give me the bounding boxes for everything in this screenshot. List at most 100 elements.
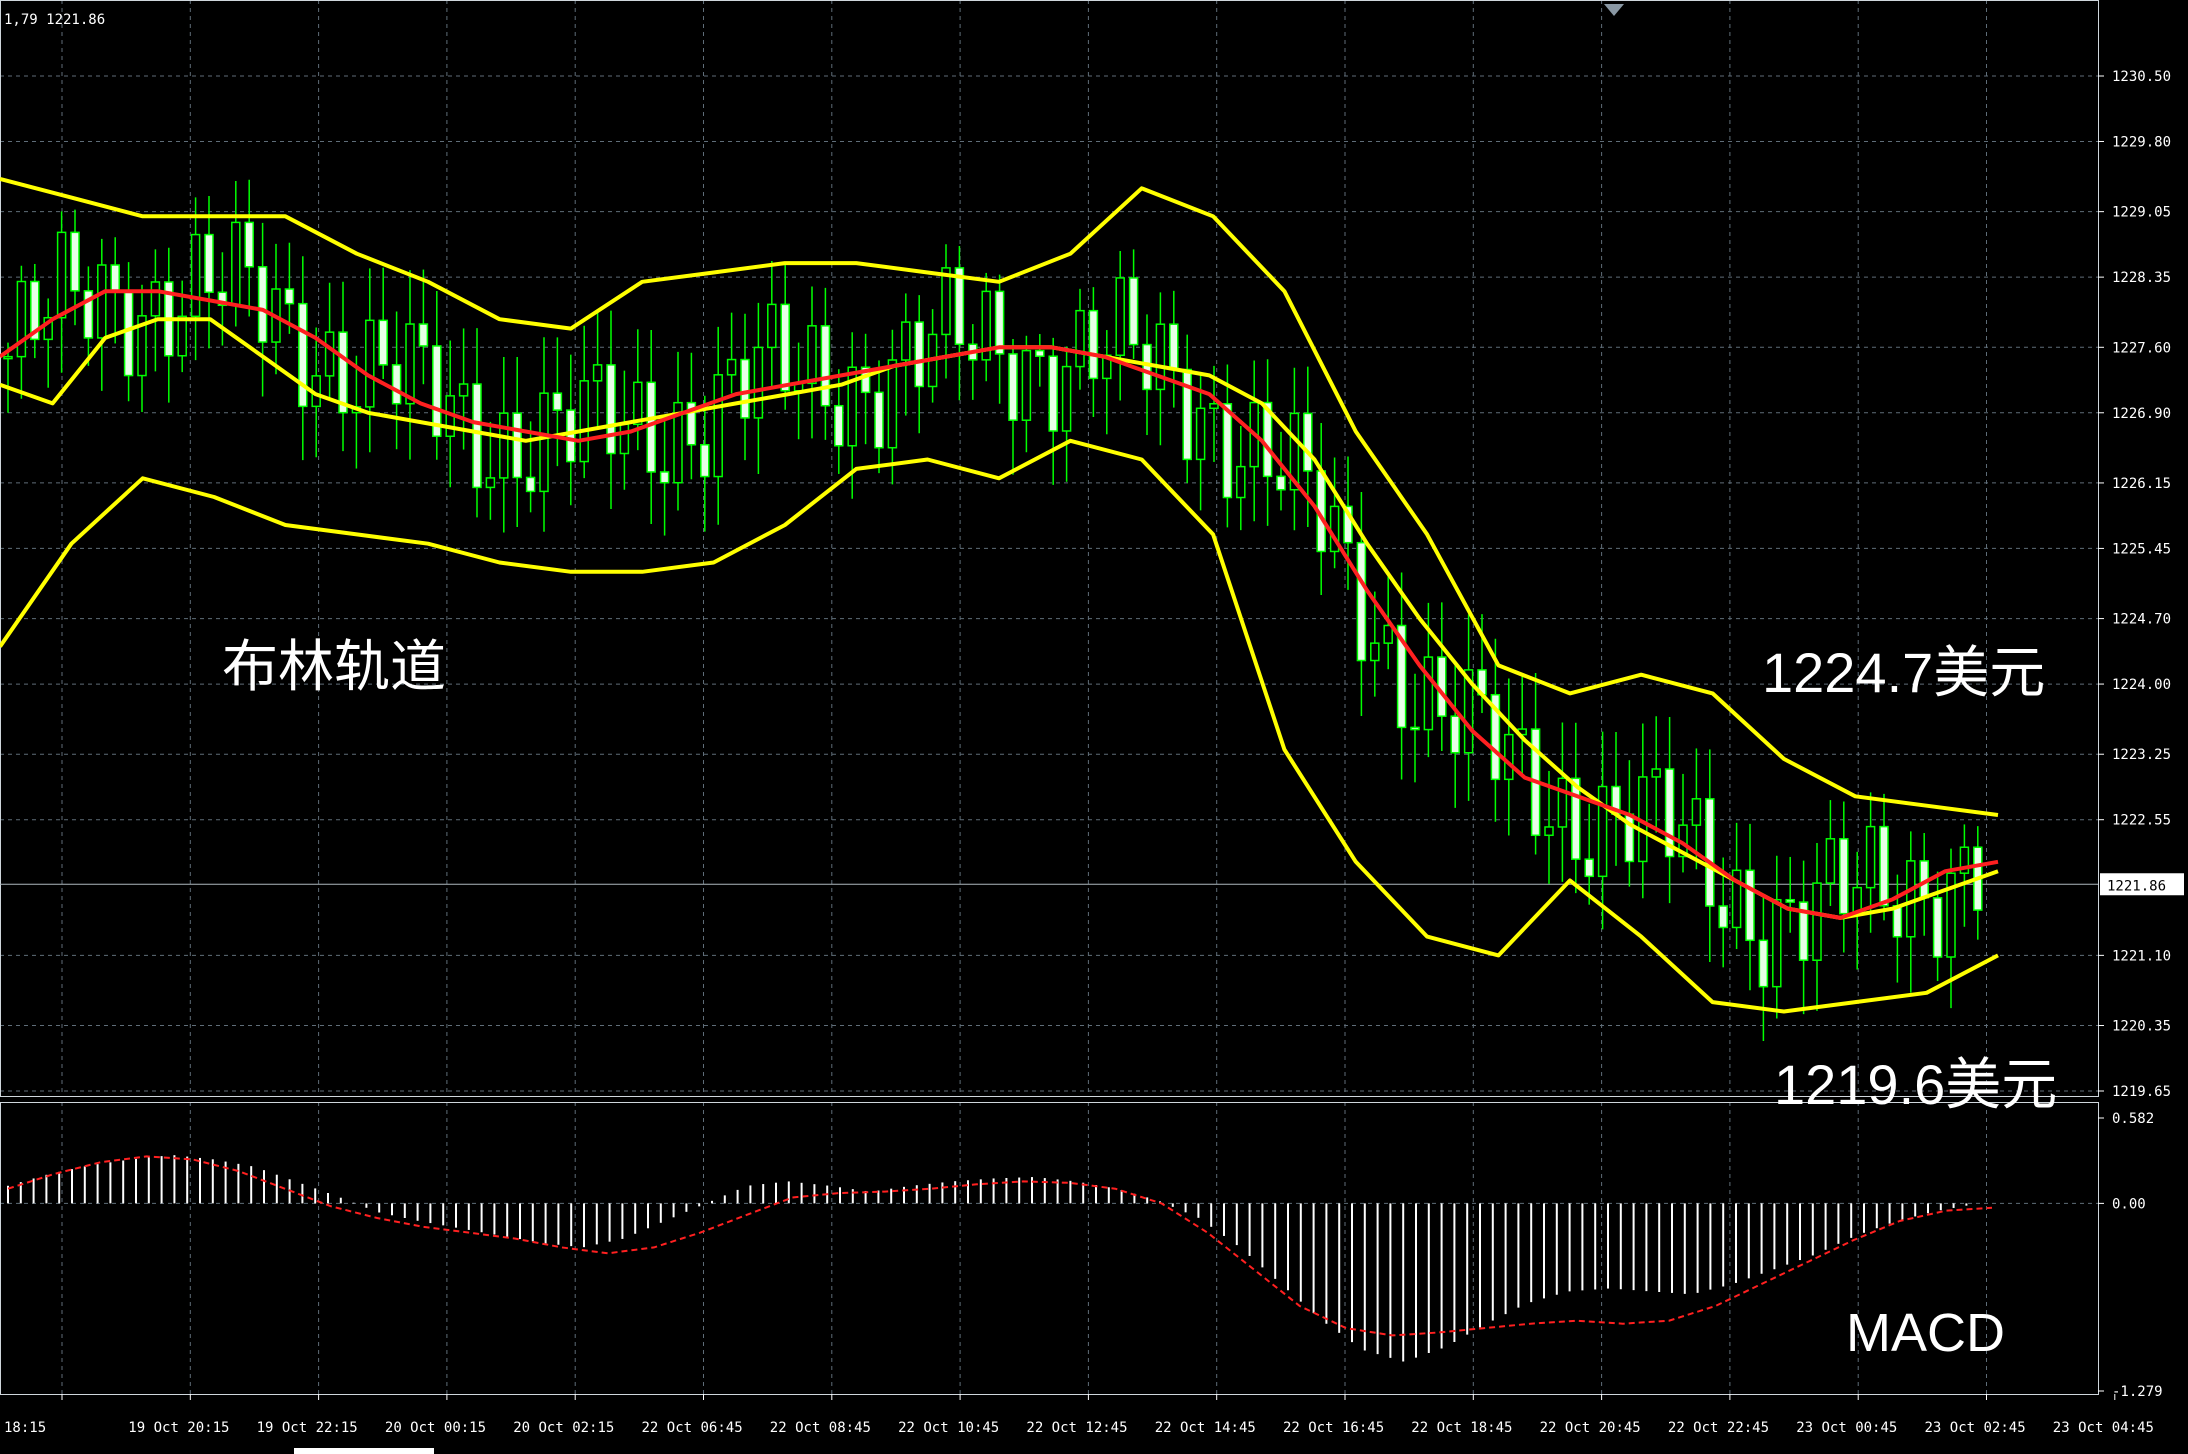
- candle-body: [606, 364, 616, 455]
- scrollbar-thumb[interactable]: [294, 1448, 434, 1454]
- candle-body: [1772, 898, 1782, 988]
- candle-body: [619, 423, 630, 455]
- macd-axis: 0.582 0.00 -1.279: [2098, 1111, 2163, 1400]
- price-tick-label: 1227.60: [2112, 340, 2171, 356]
- candle-body: [539, 392, 549, 493]
- macd-tick-label: -1.279: [2112, 1384, 2163, 1400]
- candle-body: [887, 359, 898, 449]
- candle-body: [1035, 349, 1045, 357]
- candle-body: [740, 358, 750, 419]
- candle-body: [1932, 897, 1943, 958]
- macd-tick-label: 0.582: [2112, 1111, 2154, 1127]
- candle-body: [177, 315, 187, 357]
- candle-body: [1088, 309, 1099, 380]
- price-tick-label: 1223.25: [2112, 747, 2171, 763]
- candle-body: [1450, 715, 1460, 754]
- candle-body: [726, 358, 737, 376]
- candle-body: [1879, 825, 1889, 907]
- candle-body: [941, 267, 951, 336]
- candle-body: [914, 321, 924, 388]
- candle-body: [767, 303, 777, 349]
- bollinger-lower-band: [0, 438, 1999, 1014]
- time-tick-label: 23 Oct 00:45: [1796, 1420, 1897, 1436]
- upper-band-value-label: 1224.7美元: [1762, 641, 2046, 704]
- time-tick-label: 18:15: [4, 1420, 46, 1436]
- chart-window: { "header": {"info": "1,79 1221.86"}, "c…: [0, 0, 2188, 1454]
- lower-band-value-label: 1219.6美元: [1774, 1053, 2058, 1116]
- candle-body: [1209, 403, 1219, 410]
- macd-histogram: [7, 1155, 1968, 1362]
- candle-body: [1383, 624, 1393, 644]
- candle-body: [1812, 882, 1822, 961]
- candle-body: [1865, 825, 1876, 889]
- candle-body: [338, 331, 348, 414]
- candle-body: [552, 392, 563, 411]
- candle-body: [1236, 465, 1246, 499]
- time-tick-label: 23 Oct 04:45: [2053, 1420, 2154, 1436]
- candle-body: [1718, 905, 1728, 929]
- price-tick-label: 1224.70: [2112, 612, 2171, 628]
- candle-body: [150, 281, 161, 317]
- time-tick-label: 22 Oct 12:45: [1026, 1420, 1127, 1436]
- candle-body: [190, 233, 201, 318]
- candle-body: [1758, 939, 1769, 988]
- time-tick-label: 22 Oct 10:45: [898, 1420, 999, 1436]
- candle-body: [499, 412, 509, 479]
- time-axis: 18:15 19 Oct 20:15 19 Oct 22:15 20 Oct 00:1…: [4, 1394, 2154, 1436]
- price-axis: 1230.50 1229.80 1229.05 1228.35 1227.60 1226.…: [2098, 69, 2171, 1100]
- candle-body: [994, 290, 1005, 355]
- macd-tick-label: 0.00: [2112, 1196, 2146, 1212]
- candle-body: [820, 325, 831, 407]
- candle-body: [1075, 309, 1085, 368]
- candle-body: [472, 383, 482, 489]
- candle-body: [700, 443, 710, 478]
- time-tick-label: 22 Oct 22:45: [1668, 1420, 1769, 1436]
- candle-body: [1825, 838, 1836, 884]
- candle-body: [1021, 349, 1032, 421]
- candle-body: [418, 323, 429, 347]
- candle-body: [365, 319, 375, 408]
- macd-signal-line: [7, 1155, 1993, 1337]
- macd-label: MACD: [1846, 1303, 2005, 1363]
- candle-body: [753, 346, 764, 419]
- candle-body: [1410, 726, 1420, 731]
- candle-body: [807, 325, 817, 385]
- candle-body: [1142, 343, 1152, 391]
- candle-body: [110, 264, 120, 293]
- candles: [3, 179, 1983, 1041]
- candle-body: [1128, 277, 1139, 346]
- candle-body: [1195, 407, 1206, 461]
- candle-body: [378, 319, 388, 366]
- time-tick-label: 20 Oct 00:15: [385, 1420, 486, 1436]
- price-tick-label: 1222.55: [2112, 813, 2171, 829]
- time-tick-label: 23 Oct 02:45: [1925, 1420, 2026, 1436]
- price-tick-label: 1226.15: [2112, 476, 2171, 492]
- price-tick-label: 1229.05: [2112, 205, 2171, 221]
- price-chart-svg: 1,79 1221.86 1230.50 1229.80 1229.05 1228.35…: [0, 0, 2184, 1454]
- candle-body: [257, 266, 268, 343]
- candle-body: [579, 380, 589, 463]
- candle-body: [1276, 475, 1286, 491]
- candle-body: [123, 290, 134, 377]
- price-tick-label: 1220.35: [2112, 1019, 2171, 1035]
- candle-body: [1222, 403, 1233, 499]
- candle-body: [1544, 826, 1554, 837]
- candle-body: [592, 364, 603, 382]
- current-price-label: 1221.86: [2107, 878, 2166, 894]
- shift-marker-icon: [1604, 4, 1624, 16]
- time-tick-label: 22 Oct 08:45: [770, 1420, 871, 1436]
- candle-body: [1571, 777, 1581, 860]
- candle-body: [1370, 642, 1380, 662]
- price-tick-label: 1228.35: [2112, 270, 2171, 286]
- candle-body: [1061, 365, 1072, 432]
- candle-body: [204, 233, 214, 294]
- candle-body: [525, 476, 536, 493]
- macd-pane-frame: [0, 1102, 2099, 1395]
- price-tick-label: 1221.10: [2112, 948, 2171, 964]
- price-tick-label: 1226.90: [2112, 406, 2171, 422]
- candle-body: [1303, 412, 1313, 472]
- candle-body: [512, 412, 522, 479]
- candle-body: [324, 331, 335, 377]
- candle-body: [3, 355, 13, 360]
- candle-body: [391, 364, 402, 405]
